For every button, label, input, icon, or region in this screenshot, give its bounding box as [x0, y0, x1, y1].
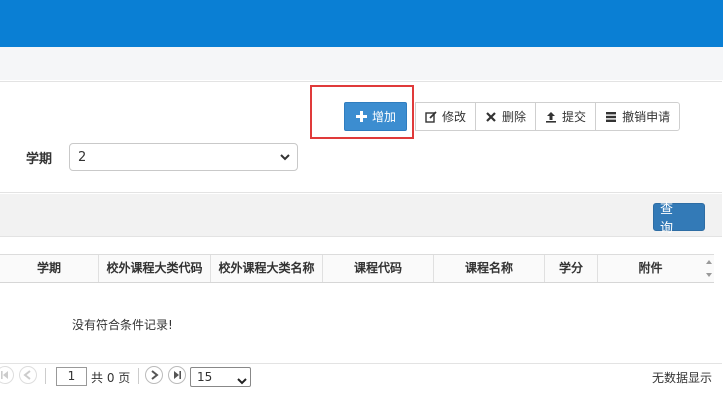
search-bar [0, 194, 722, 237]
upload-icon [545, 111, 557, 123]
chevron-down-icon [279, 151, 291, 167]
top-banner [0, 0, 723, 47]
next-page-button[interactable] [145, 366, 163, 384]
pager-separator [45, 368, 46, 384]
list-icon [605, 111, 617, 123]
top-spacer [0, 47, 723, 80]
column-header-category-code[interactable]: 校外课程大类代码 [99, 255, 211, 282]
term-select-value: 2 [78, 149, 87, 165]
x-icon [485, 111, 497, 123]
column-header-course-name[interactable]: 课程名称 [434, 255, 545, 282]
submit-button[interactable]: 提交 [535, 102, 597, 131]
edit-icon [425, 110, 437, 123]
add-button[interactable]: 增加 [344, 102, 408, 131]
table-scrollbar[interactable] [703, 254, 715, 283]
term-label: 学期 [26, 152, 53, 167]
edit-button-label: 修改 [442, 110, 467, 124]
revoke-button[interactable]: 撤销申请 [595, 102, 681, 131]
column-header-category-name[interactable]: 校外课程大类名称 [211, 255, 323, 282]
delete-button-label: 删除 [502, 110, 527, 124]
total-pages-text: 共 0 页 [91, 371, 131, 385]
plus-icon [355, 111, 367, 123]
column-header-credit[interactable]: 学分 [545, 255, 598, 282]
delete-button[interactable]: 删除 [475, 102, 537, 131]
submit-button-label: 提交 [562, 110, 587, 124]
pager-separator [138, 368, 139, 384]
page-number-input[interactable]: 1 [56, 367, 87, 386]
page-size-value: 15 [197, 370, 213, 384]
empty-message: 没有符合条件记录! [72, 318, 173, 332]
page-size-select[interactable]: 15 [190, 367, 251, 387]
revoke-button-label: 撤销申请 [622, 110, 671, 124]
column-header-course-code[interactable]: 课程代码 [323, 255, 434, 282]
table-header: 学期 校外课程大类代码 校外课程大类名称 课程代码 课程名称 学分 附件 [0, 254, 714, 283]
chevron-down-icon [237, 373, 247, 391]
last-page-button[interactable] [168, 366, 186, 384]
column-header-attachment[interactable]: 附件 [598, 255, 703, 282]
form-panel [0, 81, 722, 193]
column-header-term[interactable]: 学期 [0, 255, 99, 282]
add-button-label: 增加 [372, 110, 397, 124]
edit-button[interactable]: 修改 [415, 102, 477, 131]
prev-page-button[interactable] [19, 366, 37, 384]
pager-status: 无数据显示 [651, 371, 712, 385]
action-toolbar: 增加 修改 删除 提交 撤销申请 [344, 102, 681, 131]
term-select[interactable]: 2 [69, 143, 298, 171]
query-button[interactable]: 查 询 [653, 202, 705, 236]
